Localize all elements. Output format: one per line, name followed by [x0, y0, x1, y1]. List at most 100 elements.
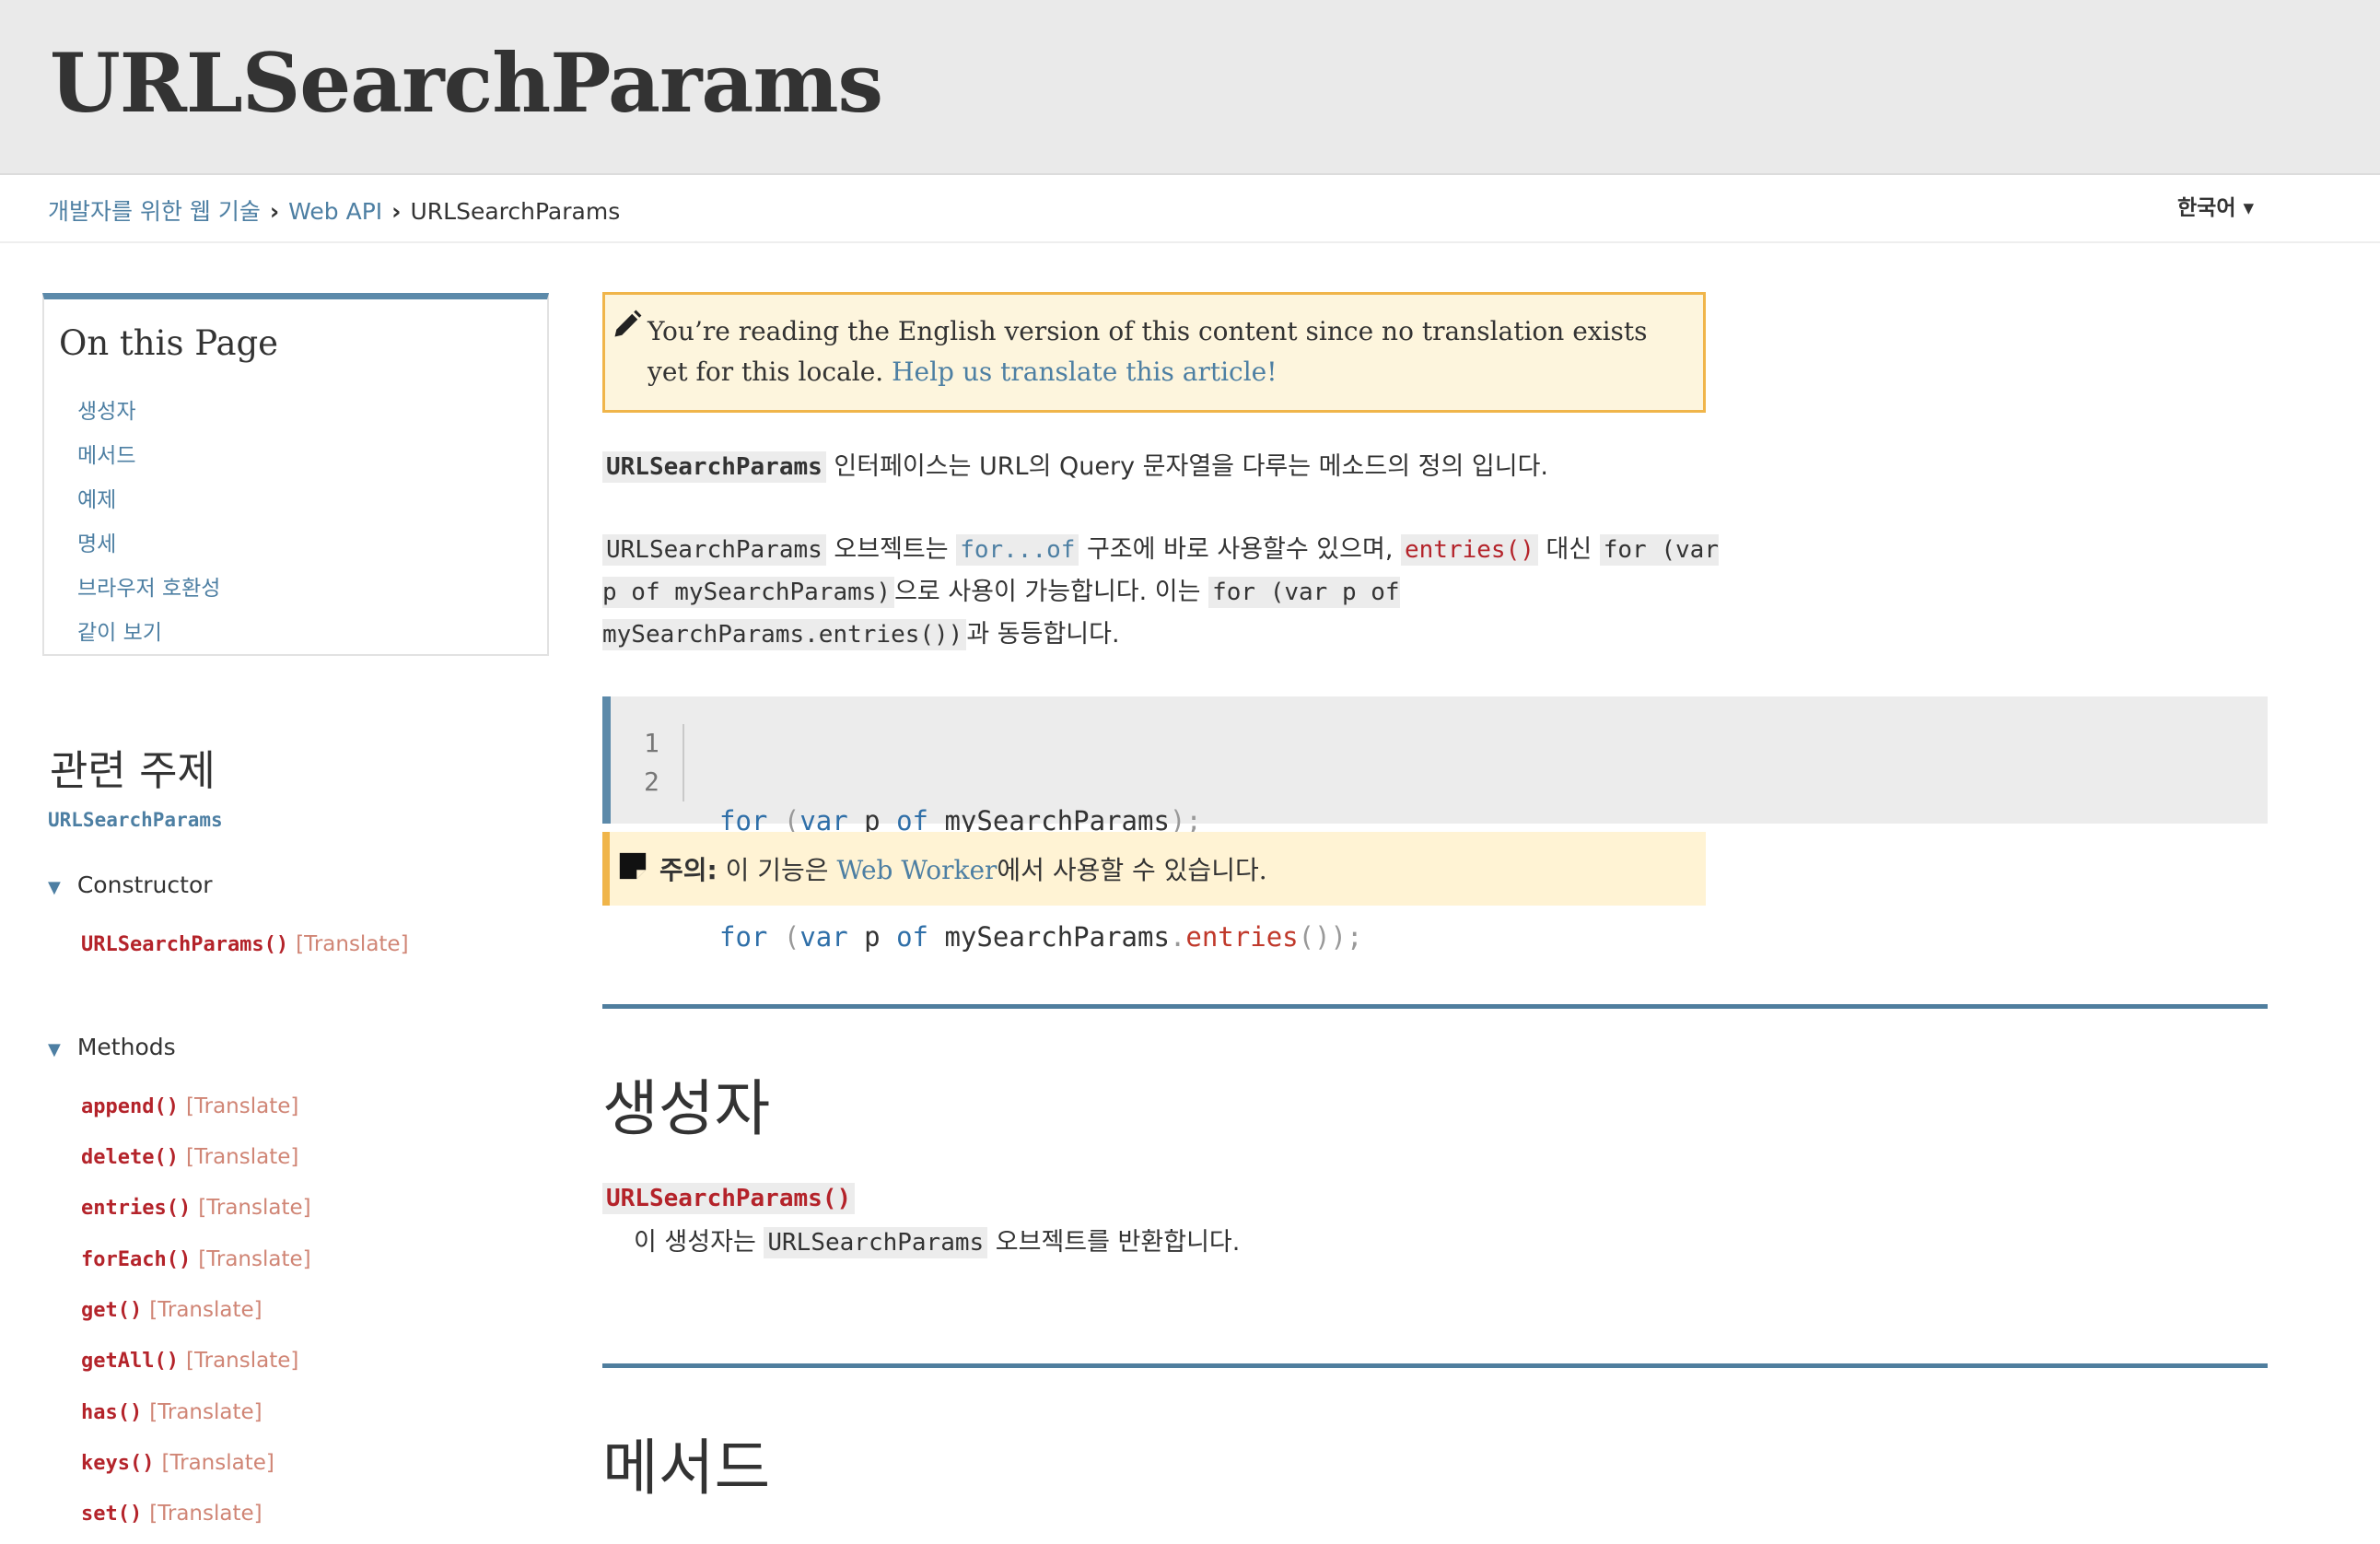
usage-text: 오브젝트는 [825, 535, 957, 564]
translate-link[interactable]: [Translate] [198, 1247, 310, 1271]
sidebar-item-method: set() [Translate] [81, 1502, 262, 1526]
toc-item-constructor[interactable]: 생성자 [77, 393, 220, 438]
page-title: URLSearchParams [50, 35, 883, 131]
breadcrumb-bar: 개발자를 위한 웹 기술 › Web API › URLSearchParams 한국어… [0, 175, 2380, 243]
code-example: 1 2 for (var p of mySearchParams); for (… [602, 696, 2268, 953]
related-topics-title: 관련 주제 [50, 746, 216, 795]
breadcrumb-link-web-tech[interactable]: 개발자를 위한 웹 기술 [48, 198, 261, 225]
toc-item-examples[interactable]: 예제 [77, 482, 220, 526]
constructor-description: 이 생성자는 URLSearchParams 오브젝트를 반환합니다. [634, 1222, 1241, 1258]
toc-title: On this Page [59, 323, 279, 363]
translate-link[interactable]: [Translate] [198, 1196, 310, 1220]
code-line: for (var p of mySearchParams.entries()); [719, 918, 1362, 956]
translate-link[interactable]: [Translate] [186, 1094, 298, 1118]
sidebar-item-constructor: URLSearchParams() [Translate] [81, 932, 409, 956]
translate-link[interactable]: [Translate] [161, 1451, 274, 1475]
sidebar-item-link[interactable]: get() [81, 1299, 142, 1322]
constructor-term: URLSearchParams() [602, 1183, 856, 1214]
inline-code: URLSearchParams [602, 534, 826, 566]
breadcrumb-link-web-api[interactable]: Web API [288, 198, 382, 225]
note-text-part: 에서 사용할 수 있습니다. [997, 855, 1267, 885]
sidebar-item-method: forEach() [Translate] [81, 1247, 311, 1271]
sidebar-item-method: keys() [Translate] [81, 1451, 274, 1475]
sidebar-item-link[interactable]: getAll() [81, 1350, 179, 1373]
sidebar-item-link[interactable]: URLSearchParams() [81, 933, 288, 956]
sidebar-item-link[interactable]: entries() [81, 1197, 191, 1220]
toc-item-browser-compat[interactable]: 브라우저 호환성 [77, 570, 220, 614]
code-token: p [847, 921, 897, 953]
toc-item-see-also[interactable]: 같이 보기 [77, 614, 220, 659]
note-label: 주의: [659, 855, 718, 885]
sidebar-item-link[interactable]: append() [81, 1095, 179, 1118]
translation-notice: You’re reading the English version of th… [602, 292, 1706, 413]
translate-link[interactable]: [Translate] [149, 1502, 262, 1526]
toc-list: 생성자 메서드 예제 명세 브라우저 호환성 같이 보기 [77, 393, 220, 659]
usage-text: 으로 사용이 가능합니다. 이는 [894, 578, 1209, 606]
toc-box: On this Page 생성자 메서드 예제 명세 브라우저 호환성 같이 보… [42, 293, 549, 656]
sidebar-group-constructor[interactable]: ▼ Constructor [48, 871, 213, 898]
for-of-link[interactable]: for...of [956, 534, 1079, 566]
code-token: ()); [1298, 921, 1363, 953]
collapse-triangle-icon: ▼ [48, 878, 61, 897]
sidebar-item-link[interactable]: forEach() [81, 1248, 191, 1271]
methods-heading: 메서드 [602, 1433, 771, 1503]
code-token: var [799, 921, 848, 953]
toc-item-specifications[interactable]: 명세 [77, 526, 220, 570]
help-translate-link[interactable]: Help us translate this article! [892, 357, 1277, 387]
intro-text: 인터페이스는 URL의 Query 문자열을 다루는 메소드의 정의 입니다. [825, 452, 1548, 481]
notice-text: You’re reading the English version of th… [648, 311, 1688, 392]
description-text: 오브젝트를 반환합니다. [987, 1228, 1241, 1257]
breadcrumb-separator: › [391, 198, 402, 225]
usage-text: 과 동등합니다. [966, 620, 1120, 649]
related-topic-link[interactable]: URLSearchParams [48, 809, 223, 831]
sidebar-group-label: Constructor [76, 871, 213, 898]
sidebar-item-method: append() [Translate] [81, 1094, 298, 1118]
sidebar-group-label: Methods [76, 1034, 176, 1060]
translate-link[interactable]: [Translate] [186, 1349, 298, 1373]
pencil-icon [614, 310, 642, 337]
collapse-triangle-icon: ▼ [48, 1040, 61, 1059]
sidebar-item-method: delete() [Translate] [81, 1145, 298, 1169]
sidebar-item-link[interactable]: delete() [81, 1146, 179, 1169]
entries-link[interactable]: entries() [1401, 534, 1538, 566]
translate-link[interactable]: [Translate] [296, 932, 408, 956]
breadcrumb: 개발자를 위한 웹 기술 › Web API › URLSearchParams [48, 193, 620, 227]
note-text-part: 이 기능은 [717, 855, 837, 885]
sticky-note-icon [619, 852, 647, 880]
code-token: entries [1185, 921, 1299, 953]
web-worker-link[interactable]: Web Worker [836, 855, 997, 885]
inline-code: URLSearchParams [602, 451, 826, 483]
constructor-heading: 생성자 [602, 1073, 771, 1144]
constructor-link[interactable]: URLSearchParams() [602, 1183, 856, 1214]
section-divider [602, 1004, 2268, 1009]
breadcrumb-separator: › [269, 198, 280, 225]
sidebar-item-link[interactable]: keys() [81, 1452, 154, 1475]
inline-code: URLSearchParams [764, 1227, 988, 1258]
line-number: 2 [644, 766, 659, 797]
sidebar-item-method: entries() [Translate] [81, 1196, 311, 1220]
usage-text: 구조에 바로 사용할수 있으며, [1079, 535, 1401, 564]
sidebar-group-methods[interactable]: ▼ Methods [48, 1034, 176, 1060]
section-divider [602, 1363, 2268, 1368]
intro-paragraph: URLSearchParams 인터페이스는 URL의 Query 문자열을 다… [602, 446, 1726, 488]
translate-link[interactable]: [Translate] [149, 1400, 262, 1424]
code-token: . [1169, 921, 1186, 953]
sidebar-item-link[interactable]: has() [81, 1401, 142, 1424]
toc-item-methods[interactable]: 메서드 [77, 438, 220, 482]
language-selector[interactable]: 한국어 ▾ [2177, 190, 2254, 221]
line-number: 1 [644, 728, 659, 758]
web-worker-note: 주의: 이 기능은 Web Worker에서 사용할 수 있습니다. [602, 832, 1706, 906]
sidebar-item-method: get() [Translate] [81, 1298, 262, 1322]
usage-paragraph: URLSearchParams 오브젝트는 for...of 구조에 바로 사용… [602, 529, 1726, 656]
usage-text: 대신 [1537, 535, 1600, 564]
translate-link[interactable]: [Translate] [186, 1145, 298, 1169]
note-text: 주의: 이 기능은 Web Worker에서 사용할 수 있습니다. [659, 850, 1267, 887]
sidebar-item-method: has() [Translate] [81, 1400, 262, 1424]
sidebar-item-link[interactable]: set() [81, 1503, 142, 1526]
sidebar-item-method: getAll() [Translate] [81, 1349, 298, 1373]
code-token: mySearchParams [928, 921, 1170, 953]
code-token: for [719, 921, 768, 953]
translate-link[interactable]: [Translate] [149, 1298, 262, 1322]
code-token: of [896, 921, 929, 953]
page-header: URLSearchParams [0, 0, 2380, 175]
